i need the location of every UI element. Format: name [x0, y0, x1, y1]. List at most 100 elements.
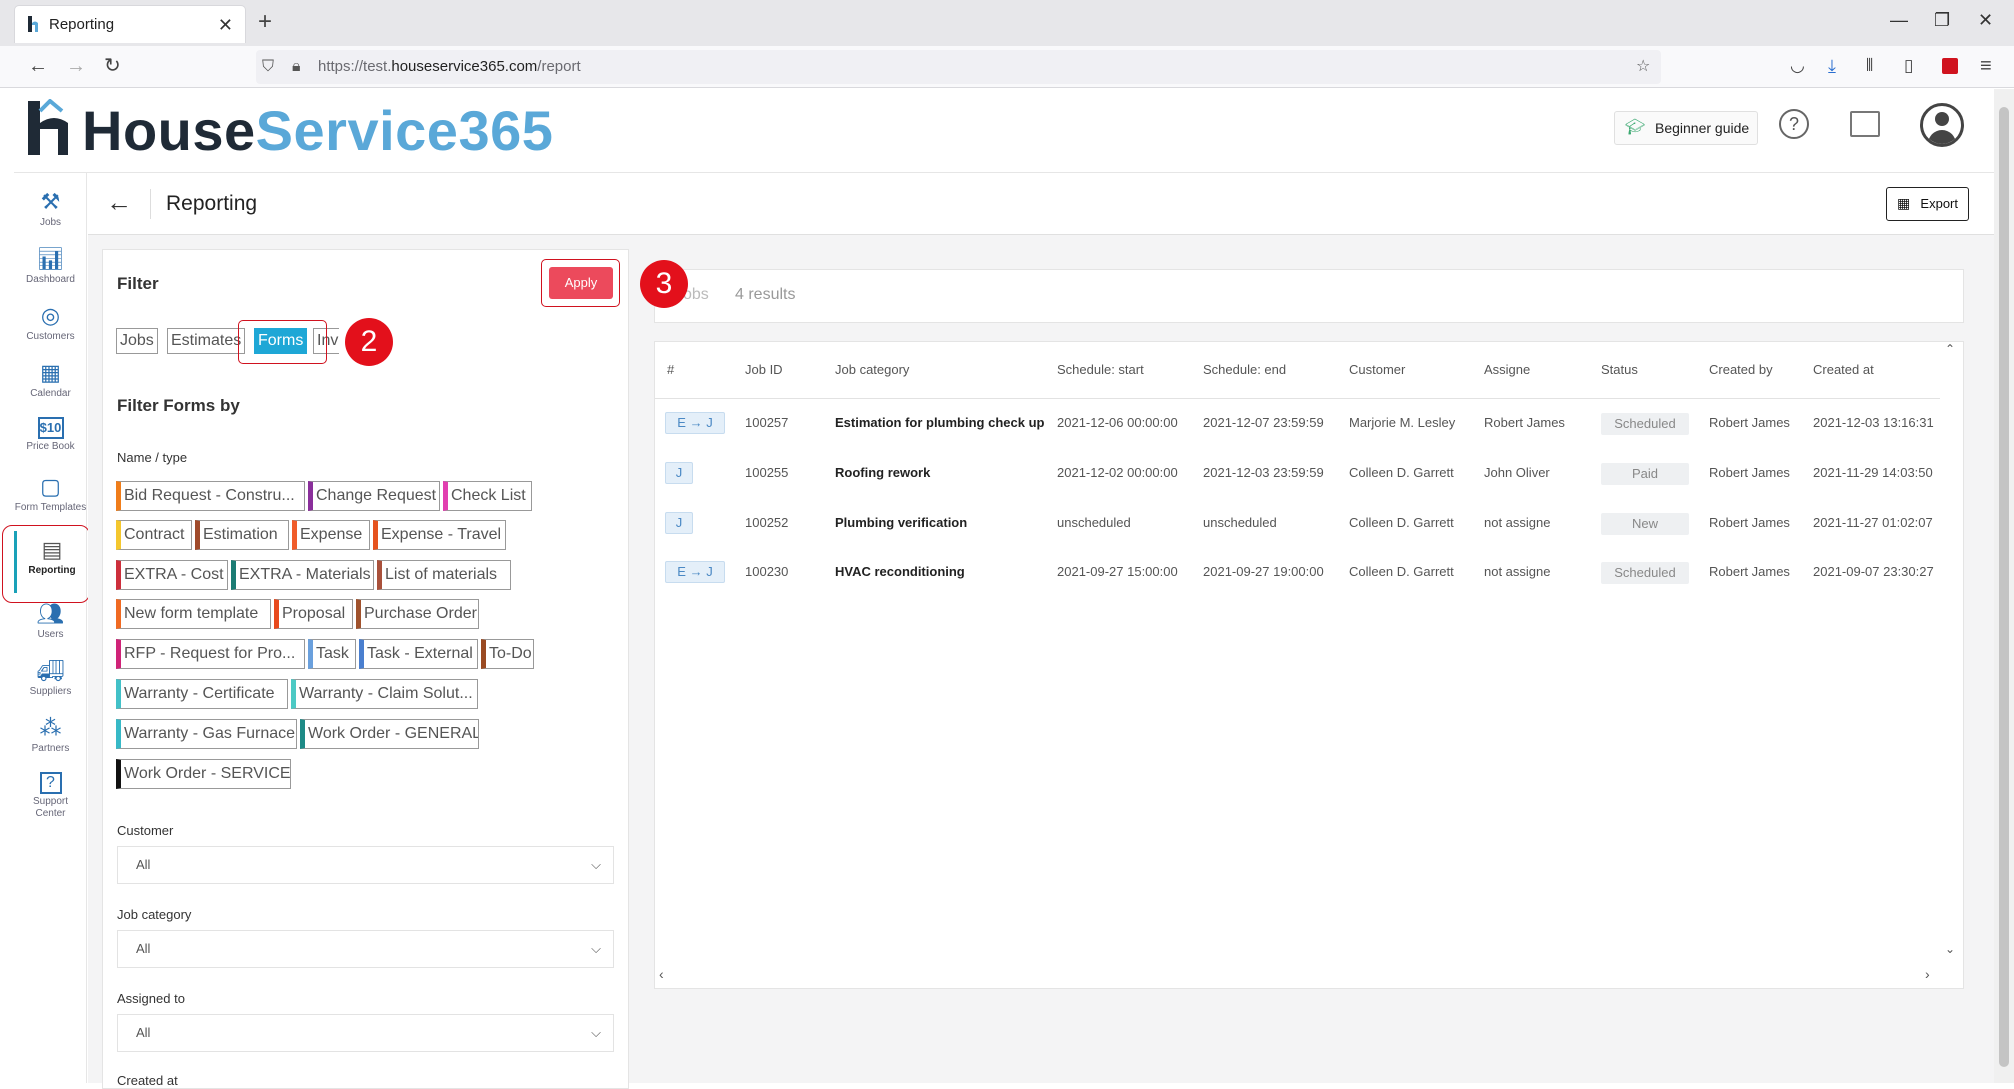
chip-task[interactable]: Task	[308, 639, 356, 669]
table-vertical-scrollbar[interactable]: ⌃ ⌄	[1939, 342, 1963, 962]
app-logo[interactable]: HouseService365	[26, 98, 553, 163]
shield-icon[interactable]: ⛉	[262, 50, 274, 84]
column-header[interactable]: Schedule: start	[1057, 362, 1144, 377]
browser-tab[interactable]: Reporting ✕	[14, 5, 246, 43]
library-icon[interactable]: ⫴	[1866, 54, 1873, 78]
chip-work-order-general[interactable]: Work Order - GENERAL	[300, 719, 479, 749]
column-header[interactable]: Customer	[1349, 362, 1405, 377]
sidebar-item-customers[interactable]: ◎ Customers	[14, 297, 87, 353]
export-button[interactable]: ▦ Export	[1886, 187, 1969, 221]
sidebar-item-suppliers[interactable]: 🚚︎ Suppliers	[14, 652, 87, 708]
bookmark-star-icon[interactable]: ☆	[1636, 50, 1650, 84]
chip-list-of-materials[interactable]: List of materials	[377, 560, 511, 590]
chip-task-external[interactable]: Task - External	[359, 639, 478, 669]
chip-contract[interactable]: Contract	[116, 520, 192, 550]
job-id: 100257	[745, 415, 789, 430]
forward-arrow-icon[interactable]: →	[66, 54, 86, 78]
chip-extra-cost[interactable]: EXTRA - Cost	[116, 560, 228, 590]
assigned-to-label: Assigned to	[117, 991, 185, 1006]
tools-icon: ⚒	[40, 189, 61, 214]
close-window-icon[interactable]: ✕	[1978, 10, 1993, 31]
logo-mark-icon	[26, 98, 74, 157]
pocket-icon[interactable]: ◡	[1790, 54, 1805, 78]
sidebar-item-partners[interactable]: ⁂ Partners	[14, 709, 87, 765]
sidebar-item-dashboard[interactable]: 📊︎ Dashboard	[14, 240, 87, 296]
chip-expense[interactable]: Expense	[292, 520, 370, 550]
assignee: Robert James	[1484, 415, 1565, 430]
column-header[interactable]: Created at	[1813, 362, 1874, 377]
chip-proposal[interactable]: Proposal	[274, 599, 353, 629]
schedule-start: 2021-12-02 00:00:00	[1057, 465, 1178, 480]
table-horizontal-scrollbar[interactable]: ‹ ›	[655, 964, 1940, 986]
page-scrollbar[interactable]	[1994, 89, 2014, 1083]
sidebar-item-form-templates[interactable]: ▢ Form Templates	[14, 468, 87, 524]
form-icon: ▢	[40, 474, 61, 499]
sidebar-toggle-icon[interactable]: ▯	[1904, 54, 1913, 78]
customer-select[interactable]: All ⌵	[117, 846, 614, 884]
scroll-left-icon[interactable]: ‹	[659, 966, 664, 982]
close-tab-icon[interactable]: ✕	[218, 6, 233, 44]
help-icon[interactable]: ?	[1779, 109, 1809, 139]
scroll-right-icon[interactable]: ›	[1925, 966, 1930, 982]
chip-new-form-template[interactable]: New form template	[116, 599, 271, 629]
chip-purchase-order[interactable]: Purchase Order	[356, 599, 479, 629]
job-id: 100230	[745, 564, 789, 579]
page-title: Reporting	[166, 192, 258, 215]
chip-rfp[interactable]: RFP - Request for Pro...	[116, 639, 305, 669]
chip-change-request[interactable]: Change Request	[308, 481, 440, 511]
chip-work-order-service[interactable]: Work Order - SERVICE	[116, 759, 291, 789]
assigned-to-select[interactable]: All ⌵	[117, 1014, 614, 1052]
back-arrow-icon[interactable]: ←	[28, 54, 48, 78]
schedule-end: 2021-09-27 19:00:00	[1203, 564, 1324, 579]
lock-icon[interactable]: 🔒︎	[292, 50, 301, 84]
app-header: HouseService365 🎓︎ Beginner guide ?	[14, 89, 1994, 173]
restore-icon[interactable]: ❐	[1934, 10, 1950, 31]
chip-warranty-gas-furnace[interactable]: Warranty - Gas Furnace	[116, 719, 297, 749]
target-icon: ◎	[40, 303, 61, 328]
main-content: ← Reporting ▦ Export Filter Apply Jobs E…	[88, 173, 1994, 1089]
column-header[interactable]: Created by	[1709, 362, 1773, 377]
extension-icon[interactable]	[1942, 58, 1958, 74]
sidebar-item-jobs[interactable]: ⚒ Jobs	[14, 183, 87, 239]
reload-icon[interactable]: ↻	[104, 54, 121, 78]
customer: Colleen D. Garrett	[1349, 564, 1454, 579]
chip-warranty-claim[interactable]: Warranty - Claim Solut...	[291, 679, 478, 709]
chip-expense-travel[interactable]: Expense - Travel	[373, 520, 506, 550]
documents-icon[interactable]	[1850, 111, 1880, 137]
column-header[interactable]: Job category	[835, 362, 909, 377]
scroll-up-icon[interactable]: ⌃	[1945, 342, 1955, 356]
column-header[interactable]: Job ID	[745, 362, 783, 377]
address-bar[interactable]: ⛉ 🔒︎ https://test.houseservice365.com/re…	[256, 50, 1661, 84]
chip-warranty-certificate[interactable]: Warranty - Certificate	[116, 679, 288, 709]
tab-jobs[interactable]: Jobs	[116, 328, 158, 354]
table-icon: ▦	[1897, 195, 1911, 211]
url-text[interactable]: https://test.houseservice365.com/report	[318, 50, 581, 84]
tab-estimates[interactable]: Estimates	[167, 328, 246, 354]
chevron-down-icon: ⌵	[591, 941, 601, 956]
chip-check-list[interactable]: Check List	[443, 481, 532, 511]
menu-icon[interactable]: ≡	[1980, 54, 1992, 78]
column-header[interactable]: #	[667, 362, 674, 377]
sidebar-item-users[interactable]: 👥︎ Users	[14, 595, 87, 651]
created-at-label: Created at	[117, 1073, 178, 1088]
column-header[interactable]: Status	[1601, 362, 1638, 377]
sidebar-item-calendar[interactable]: ▦ Calendar	[14, 354, 87, 410]
sidebar-item-support-center[interactable]: ? Support Center	[14, 766, 87, 830]
chip-bid-request[interactable]: Bid Request - Constru...	[116, 481, 305, 511]
scroll-down-icon[interactable]: ⌄	[1945, 942, 1955, 956]
calendar-icon: ▦	[40, 360, 61, 385]
back-arrow-icon[interactable]: ←	[106, 187, 132, 217]
download-icon[interactable]: ⤓	[1828, 54, 1836, 78]
sidebar-item-price-book[interactable]: $10 Price Book	[14, 411, 87, 467]
minimize-icon[interactable]: —	[1890, 10, 1908, 31]
schedule-start: unscheduled	[1057, 515, 1131, 530]
chip-estimation[interactable]: Estimation	[195, 520, 289, 550]
user-avatar-icon[interactable]	[1920, 103, 1964, 147]
job-category-select[interactable]: All ⌵	[117, 930, 614, 968]
column-header[interactable]: Assigne	[1484, 362, 1530, 377]
new-tab-icon[interactable]: +	[258, 8, 272, 36]
beginner-guide-button[interactable]: 🎓︎ Beginner guide	[1614, 111, 1758, 145]
column-header[interactable]: Schedule: end	[1203, 362, 1286, 377]
chip-to-do[interactable]: To-Do	[481, 639, 534, 669]
chip-extra-materials[interactable]: EXTRA - Materials	[231, 560, 374, 590]
